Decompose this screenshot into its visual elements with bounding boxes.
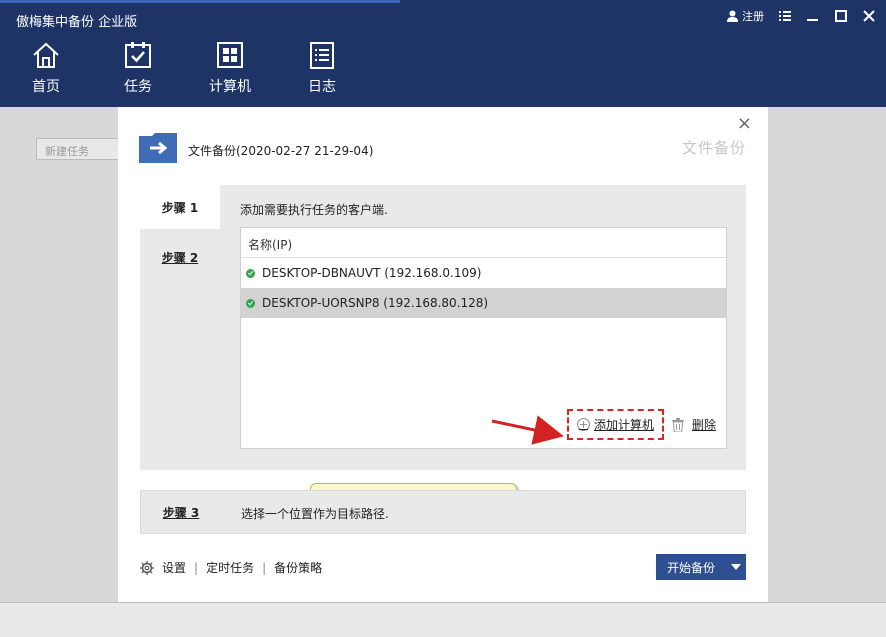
nav-log[interactable]: 日志 — [276, 40, 368, 104]
divider: | — [262, 560, 267, 575]
title-bar: 傲梅集中备份 企业版 注册 首页 任务 计算机 日志 — [0, 0, 886, 107]
delete-link[interactable]: 删除 — [692, 416, 716, 433]
table-actions: + 添加计算机 删除 — [566, 409, 716, 440]
computer-icon — [217, 42, 243, 68]
title-accent — [0, 0, 400, 3]
step-2-tab[interactable]: 步骤 2 — [140, 235, 220, 279]
gear-icon — [140, 560, 154, 575]
trash-icon[interactable] — [671, 417, 684, 432]
nav-task[interactable]: 任务 — [92, 40, 184, 104]
nav-computer[interactable]: 计算机 — [184, 40, 276, 104]
chevron-down-icon[interactable] — [726, 564, 746, 570]
step-2-description: 添加需要执行任务的客户端. — [240, 203, 388, 217]
step-3-section: 步骤 3 选择一个位置作为目标路径. — [140, 490, 746, 534]
new-task-input[interactable]: 新建任务 — [36, 138, 122, 160]
start-backup-label: 开始备份 — [666, 560, 715, 575]
client-name: DESKTOP-DBNAUVT (192.168.0.109) — [262, 266, 482, 280]
table-row[interactable]: DESKTOP-UORSNP8 (192.168.80.128) — [241, 288, 726, 318]
app-title: 傲梅集中备份 企业版 — [16, 15, 138, 30]
folder-arrow-icon — [139, 133, 177, 163]
dialog-title: 文件备份(2020-02-27 21-29-04) — [188, 144, 374, 158]
add-computer-button[interactable]: + 添加计算机 — [566, 409, 664, 440]
add-computer-label: 添加计算机 — [593, 418, 654, 432]
status-strip — [0, 602, 886, 637]
maximize-icon[interactable] — [834, 9, 848, 23]
register-link[interactable]: 注册 — [727, 8, 764, 24]
user-icon — [727, 10, 738, 22]
client-name: DESKTOP-UORSNP8 (192.168.80.128) — [262, 296, 489, 310]
menu-icon[interactable] — [778, 9, 792, 23]
status-ok-icon — [246, 298, 255, 308]
dialog-close-button[interactable]: × — [737, 113, 752, 134]
nav-home-label: 首页 — [32, 79, 60, 95]
log-icon — [310, 42, 334, 69]
table-header-name: 名称(IP) — [241, 228, 726, 258]
step-3-description: 选择一个位置作为目标路径. — [241, 507, 389, 521]
start-backup-button[interactable]: 开始备份 — [656, 554, 746, 580]
task-icon — [125, 42, 151, 68]
nav-task-label: 任务 — [124, 79, 152, 95]
home-icon — [33, 42, 59, 68]
divider: | — [194, 560, 199, 575]
footer-links: 设置 | 定时任务 | 备份策略 — [140, 559, 322, 576]
strategy-link[interactable]: 备份策略 — [274, 559, 322, 576]
window-controls: 注册 — [727, 8, 876, 24]
dialog-watermark: 文件备份 — [681, 139, 746, 157]
nav-log-label: 日志 — [308, 79, 336, 95]
file-backup-dialog: × 文件备份 文件备份(2020-02-27 21-29-04) 步骤 1 步骤… — [118, 107, 768, 602]
close-icon[interactable] — [862, 9, 876, 23]
settings-link[interactable]: 设置 — [162, 559, 186, 576]
nav-home[interactable]: 首页 — [0, 40, 92, 104]
client-table: 名称(IP) DESKTOP-DBNAUVT (192.168.0.109) D… — [240, 227, 727, 449]
nav-computer-label: 计算机 — [209, 79, 251, 95]
register-label: 注册 — [742, 10, 764, 23]
plus-icon: + — [576, 418, 590, 431]
step-1-tab[interactable]: 步骤 1 — [140, 185, 220, 229]
minimize-icon[interactable] — [806, 9, 820, 23]
status-ok-icon — [246, 268, 255, 278]
table-row[interactable]: DESKTOP-DBNAUVT (192.168.0.109) — [241, 258, 726, 288]
steps-area: 步骤 1 步骤 2 添加需要执行任务的客户端. 名称(IP) DESKTOP-D… — [140, 185, 746, 517]
main-nav: 首页 任务 计算机 日志 — [0, 40, 368, 104]
step-3-tab[interactable]: 步骤 3 — [141, 491, 221, 533]
step-2-panel: 添加需要执行任务的客户端. 名称(IP) DESKTOP-DBNAUVT (19… — [220, 185, 746, 470]
schedule-link[interactable]: 定时任务 — [206, 559, 254, 576]
